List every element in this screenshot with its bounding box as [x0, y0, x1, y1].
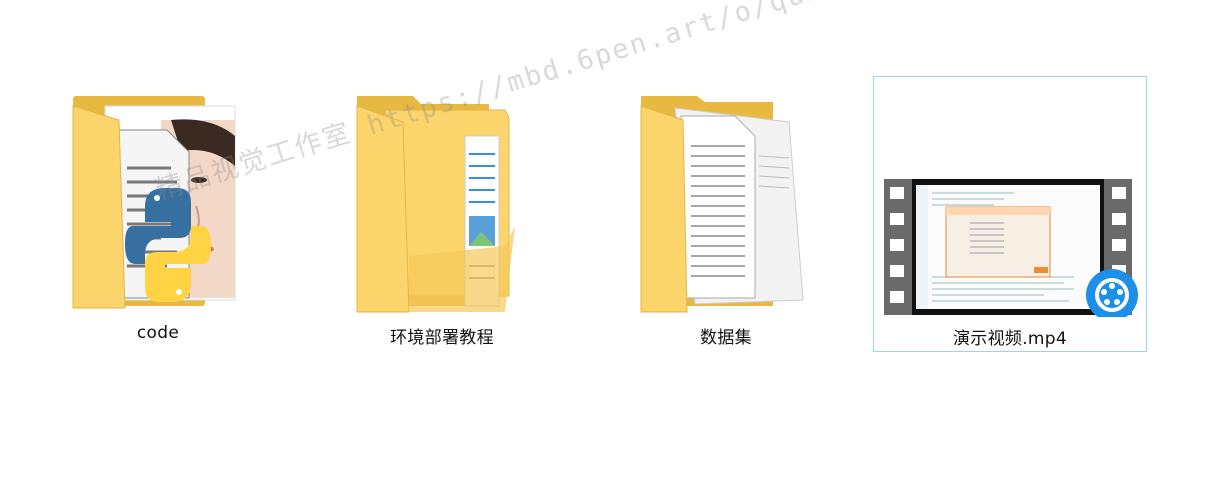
file-item-code[interactable]: code: [21, 76, 295, 352]
document-folder-icon: [356, 96, 515, 313]
video-thumbnail-icon: [884, 179, 1138, 317]
file-name: 数据集: [700, 328, 752, 348]
file-item-dataset[interactable]: 数据集: [589, 76, 863, 352]
text-folder-icon: [640, 96, 804, 313]
file-item-demo-video[interactable]: 演示视频.mp4: [873, 76, 1147, 352]
python-folder-icon: [72, 96, 236, 309]
file-name: 演示视频.mp4: [953, 329, 1067, 349]
file-item-environment-tutorial[interactable]: 环境部署教程: [305, 76, 579, 352]
file-name: 环境部署教程: [390, 328, 494, 348]
file-name: code: [136, 323, 180, 343]
